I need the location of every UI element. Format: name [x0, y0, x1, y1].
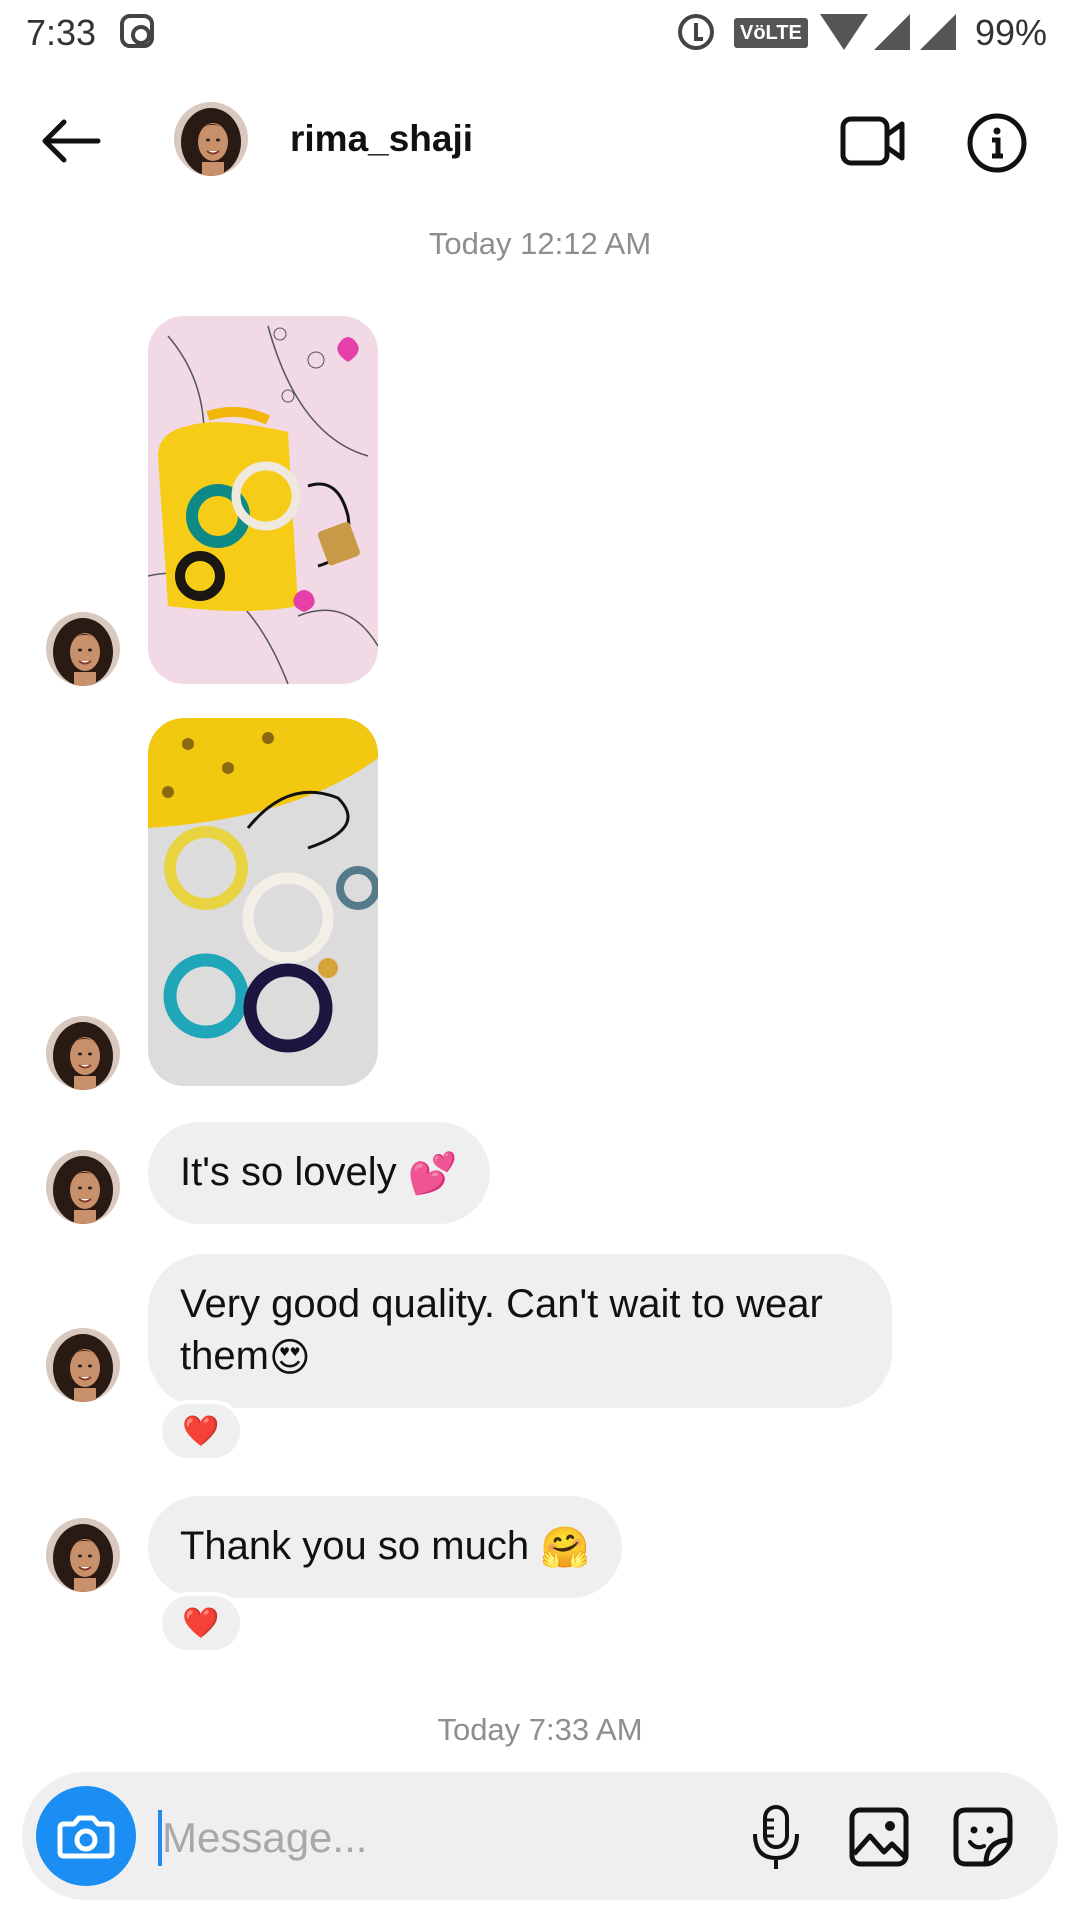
camera-button[interactable] [36, 1786, 136, 1886]
gallery-button[interactable] [848, 1806, 910, 1868]
microphone-icon [753, 1805, 799, 1869]
message-input[interactable] [162, 1798, 722, 1878]
info-icon [967, 113, 1027, 173]
conversation-timestamp: Today 7:33 AM [437, 1712, 643, 1747]
status-time: 7:33 [26, 12, 97, 53]
sticker-button[interactable] [952, 1806, 1014, 1868]
signal-icon [874, 14, 910, 50]
avatar [46, 1518, 120, 1592]
battery-level: 99% [975, 12, 1048, 53]
avatar [46, 1016, 120, 1090]
arrow-left-icon [42, 119, 101, 163]
status-bar: 7:33 VöLTE 99% [0, 0, 1080, 62]
video-call-button[interactable] [840, 114, 906, 168]
avatar [46, 1328, 120, 1402]
sticker-icon [953, 1807, 1013, 1867]
photo-message[interactable] [148, 718, 378, 1086]
avatar [46, 1150, 120, 1224]
reaction-badge[interactable]: ❤️ [158, 1592, 244, 1654]
message-bubble[interactable]: Very good quality. Can't wait to wear th… [148, 1254, 892, 1409]
video-camera-icon [840, 116, 905, 166]
heart-reaction-icon: ❤️ [182, 1606, 220, 1640]
message-bubble[interactable]: Thank you so much 🤗 [148, 1496, 622, 1599]
wifi-icon [820, 14, 868, 50]
message-bubble[interactable]: It's so lovely 💕 [148, 1122, 490, 1225]
message-text: Thank you so much [180, 1524, 530, 1568]
message-text: It's so lovely [180, 1150, 397, 1194]
image-icon [849, 1807, 909, 1867]
reaction-badge[interactable]: ❤️ [158, 1400, 244, 1462]
camera-icon [57, 1815, 115, 1859]
instagram-notification-icon [120, 14, 154, 48]
voice-message-button[interactable] [746, 1804, 806, 1872]
message-composer [22, 1772, 1058, 1900]
heart-reaction-icon: ❤️ [182, 1414, 220, 1448]
back-button[interactable] [40, 116, 102, 166]
hugging-face-emoji: 🤗 [540, 1526, 590, 1571]
avatar[interactable] [174, 102, 248, 176]
signal-icon-2 [920, 14, 956, 50]
conversation-timestamp: Today 12:12 AM [428, 226, 652, 261]
info-button[interactable] [966, 112, 1028, 174]
volte-badge: VöLTE [734, 18, 808, 48]
two-hearts-emoji: 💕 [407, 1152, 458, 1197]
avatar [46, 612, 120, 686]
chat-header: rima_shaji [0, 80, 1080, 200]
photo-message[interactable] [148, 316, 378, 684]
heart-eyes-emoji: 😍 [268, 1336, 311, 1381]
alarm-icon [678, 14, 714, 50]
chat-username[interactable]: rima_shaji [290, 118, 473, 160]
